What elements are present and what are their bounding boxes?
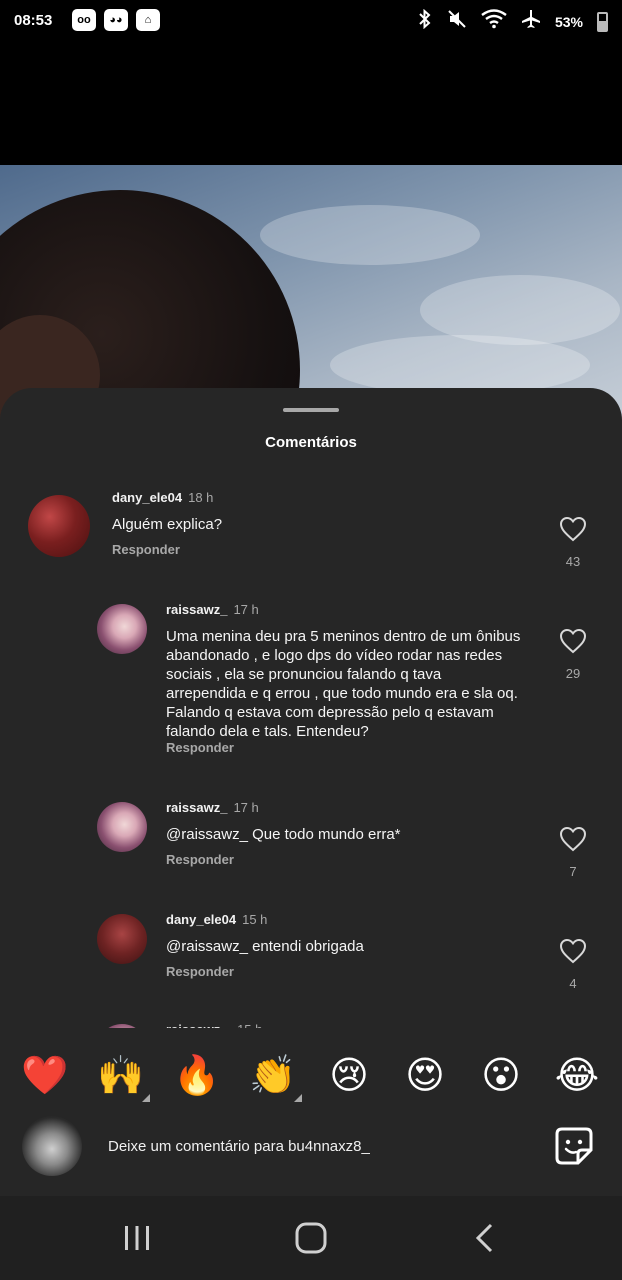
system-nav-bar — [0, 1196, 622, 1280]
back-button[interactable] — [465, 1218, 505, 1258]
like-button[interactable]: 4 — [558, 938, 588, 991]
battery-icon — [597, 11, 608, 32]
comment-text: @raissawz_ Que todo mundo erra* — [166, 826, 401, 843]
recent-apps-button[interactable] — [117, 1218, 157, 1258]
voicemail-icon: oo — [72, 9, 96, 31]
avatar[interactable] — [28, 495, 90, 557]
home-button[interactable] — [291, 1218, 331, 1258]
emoji-quick-bar: ❤️ 🙌 🔥 👏 😢 😍 😮 😂 — [0, 1046, 622, 1106]
like-count: 7 — [569, 864, 577, 879]
emoji-surprised-button[interactable]: 😮 — [476, 1054, 526, 1098]
like-button[interactable]: 7 — [558, 826, 588, 879]
like-count: 4 — [569, 976, 577, 991]
sticker-button[interactable] — [554, 1126, 594, 1166]
emoji-crying-button[interactable]: 😢 — [324, 1054, 374, 1098]
comments-sheet: Comentários dany_ele04 18 h Alguém explic… — [0, 388, 622, 1196]
airplane-icon — [521, 9, 541, 34]
heart-icon — [559, 826, 587, 852]
status-time: 08:53 — [14, 12, 53, 29]
reply-button[interactable]: Responder — [112, 542, 180, 557]
comment-text: Uma menina deu pra 5 meninos dentro de u… — [166, 628, 521, 740]
like-count: 29 — [565, 666, 581, 681]
avatar[interactable] — [97, 604, 147, 654]
status-bar: 08:53 oo ◕◕ ⌂ 53% — [0, 0, 622, 42]
comment-text: @raissawz_ entendi obrigada — [166, 938, 364, 955]
app-house-face-icon: ⌂ — [136, 9, 160, 31]
like-count: 43 — [565, 554, 581, 569]
like-button[interactable]: 43 — [558, 516, 588, 569]
comment-time: 17 h — [233, 602, 259, 617]
emoji-clap-button[interactable]: 👏 — [248, 1054, 302, 1102]
mute-icon — [447, 9, 467, 34]
comment-username[interactable]: raissawz_ — [166, 602, 227, 617]
sheet-title: Comentários — [265, 434, 357, 451]
system-icons: 53% — [417, 8, 608, 34]
home-icon — [295, 1222, 327, 1254]
emoji-heart-button[interactable]: ❤️ — [20, 1054, 70, 1098]
reply-button[interactable]: Responder — [166, 740, 234, 755]
comment-time: 18 h — [188, 490, 214, 505]
bluetooth-icon — [417, 8, 433, 34]
emoji-laughing-button[interactable]: 😂 — [552, 1054, 602, 1098]
comment-time: 17 h — [233, 800, 259, 815]
emoji-fire-button[interactable]: 🔥 — [172, 1054, 222, 1098]
emoji-heart-eyes-button[interactable]: 😍 — [400, 1054, 450, 1098]
heart-icon — [559, 628, 587, 654]
heart-icon — [559, 938, 587, 964]
emoji-raised-hands-button[interactable]: 🙌 — [96, 1054, 150, 1102]
sheet-drag-handle[interactable] — [283, 408, 339, 412]
avatar[interactable] — [97, 914, 147, 964]
like-button[interactable]: 29 — [558, 628, 588, 681]
comment-username[interactable]: dany_ele04 — [166, 912, 236, 927]
wifi-icon — [481, 9, 507, 34]
comment-input[interactable]: Deixe um comentário para bu4nnaxz8_ — [108, 1138, 370, 1155]
reply-button[interactable]: Responder — [166, 964, 234, 979]
comment-text: Alguém explica? — [112, 516, 223, 533]
comment-composer: Deixe um comentário para bu4nnaxz8_ — [0, 1106, 622, 1196]
my-avatar — [22, 1116, 82, 1176]
sticker-icon — [555, 1127, 593, 1165]
comment-username[interactable]: dany_ele04 — [112, 490, 182, 505]
comment-time: 15 h — [242, 912, 268, 927]
avatar[interactable] — [97, 802, 147, 852]
comment-username[interactable]: raissawz_ — [166, 800, 227, 815]
recent-apps-icon — [125, 1226, 149, 1250]
heart-icon — [559, 516, 587, 542]
reply-button[interactable]: Responder — [166, 852, 234, 867]
app-face-icon: ◕◕ — [104, 9, 128, 31]
video-preview[interactable] — [0, 165, 622, 425]
skin-tone-indicator — [142, 1094, 150, 1102]
back-icon — [475, 1223, 493, 1253]
notification-icons: oo ◕◕ ⌂ — [72, 9, 160, 31]
skin-tone-indicator — [294, 1094, 302, 1102]
battery-percent: 53% — [554, 13, 583, 30]
